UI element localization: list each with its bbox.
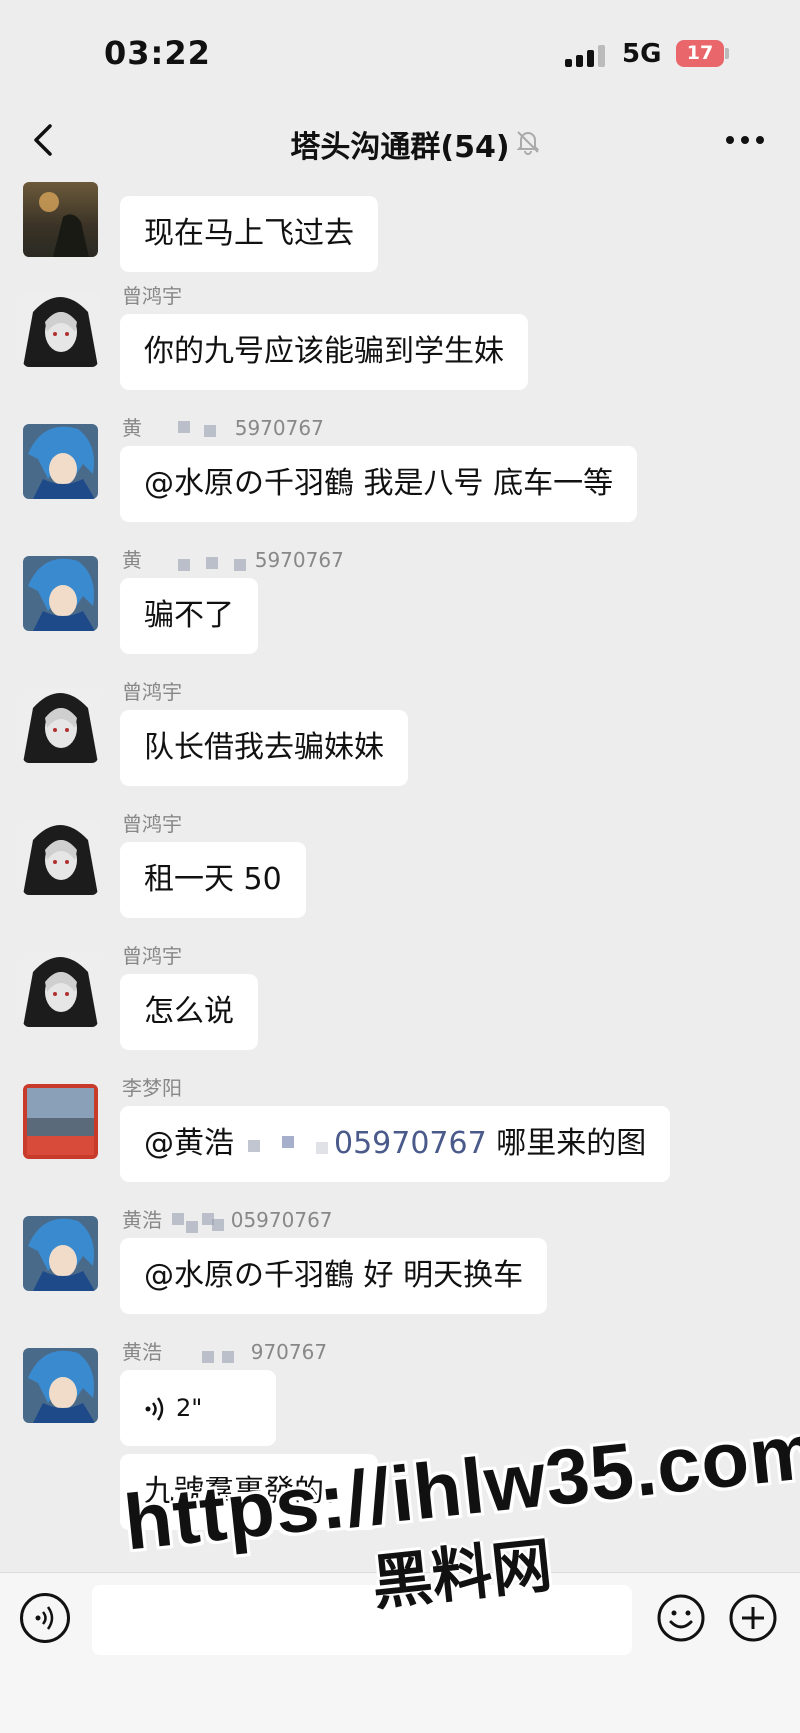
message-bubble[interactable]: 怎么说 — [120, 974, 258, 1050]
message-bubble[interactable]: @黄浩 05970767 哪里来的图 — [120, 1106, 671, 1182]
voice-duration: 2" — [176, 1394, 203, 1422]
add-icon[interactable] — [728, 1593, 778, 1643]
chat-header: 塔头沟通群(54) — [0, 100, 800, 182]
message-bubble[interactable]: @水原の千羽鶴 好 明天换车 — [120, 1238, 548, 1314]
network-label: 5G — [622, 39, 662, 69]
mention-text: @黄浩 — [144, 1126, 234, 1161]
voice-wave-icon — [145, 1397, 164, 1421]
message-bubble[interactable]: 现在马上飞过去 — [120, 196, 378, 272]
avatar[interactable] — [23, 820, 98, 895]
message-bubble[interactable]: 队长借我去骗妹妹 — [120, 710, 408, 786]
avatar[interactable] — [23, 556, 98, 631]
battery-level: 17 — [686, 42, 714, 64]
redaction-mosaic — [234, 1132, 334, 1158]
voice-input-toggle[interactable] — [20, 1593, 70, 1643]
message-bubble[interactable]: 你的九号应该能骗到学生妹 — [120, 314, 528, 390]
voice-icon — [35, 1606, 54, 1630]
sender-name: 黄 5970767 — [122, 412, 324, 441]
message-text: 哪里来的图 — [486, 1126, 647, 1161]
avatar[interactable] — [23, 1216, 98, 1291]
avatar[interactable] — [23, 952, 98, 1027]
sender-name-prefix: 黄浩 — [122, 1208, 162, 1232]
avatar[interactable] — [23, 182, 98, 257]
voice-message[interactable]: 2" — [120, 1370, 276, 1446]
sender-name-suffix: 5970767 — [254, 548, 344, 572]
mute-bell-icon — [516, 131, 540, 155]
message-bubble[interactable]: 骗不了 — [120, 578, 258, 654]
mention-link[interactable]: 05970767 — [334, 1126, 487, 1161]
sender-name: 黄浩 05970767 — [122, 1204, 333, 1233]
sender-name: 曾鸿宇 — [122, 284, 182, 308]
avatar[interactable] — [23, 688, 98, 763]
battery-icon: 17 — [676, 40, 724, 67]
message-list[interactable]: 现在马上飞过去 曾鸿宇 你的九号应该能骗到学生妹 黄 5970767 @水原の千… — [0, 182, 800, 1572]
sender-name-suffix: 970767 — [250, 1340, 328, 1364]
redaction-mosaic — [168, 1343, 244, 1365]
sender-name: 李梦阳 — [122, 1076, 182, 1100]
more-options-icon[interactable] — [726, 136, 766, 148]
sender-name: 黄浩 970767 — [122, 1336, 327, 1365]
emoji-icon[interactable] — [656, 1593, 706, 1643]
status-time: 03:22 — [104, 34, 211, 72]
sender-name: 曾鸿宇 — [122, 812, 182, 836]
sender-name: 曾鸿宇 — [122, 680, 182, 704]
chat-title: 塔头沟通群(54) — [290, 130, 510, 165]
redaction-mosaic — [148, 551, 248, 573]
sender-name: 曾鸿宇 — [122, 944, 182, 968]
sender-name-prefix: 黄 — [122, 548, 142, 572]
sender-name-suffix: 05970767 — [230, 1208, 333, 1232]
redaction-mosaic — [168, 1211, 225, 1233]
battery-cap — [725, 48, 729, 59]
avatar[interactable] — [23, 424, 98, 499]
sender-name-suffix: 5970767 — [234, 416, 324, 440]
message-bubble[interactable]: @水原の千羽鶴 我是八号 底车一等 — [120, 446, 638, 522]
signal-icon — [565, 45, 607, 67]
sender-name: 黄 5970767 — [122, 544, 344, 573]
message-bubble[interactable]: 租一天 50 — [120, 842, 306, 918]
avatar[interactable] — [23, 1348, 98, 1423]
status-bar: 03:22 5G 17 — [0, 0, 800, 100]
redaction-mosaic — [148, 419, 228, 441]
sender-name-prefix: 黄浩 — [122, 1340, 162, 1364]
sender-name-prefix: 黄 — [122, 416, 142, 440]
avatar[interactable] — [23, 1084, 98, 1159]
avatar[interactable] — [23, 292, 98, 367]
